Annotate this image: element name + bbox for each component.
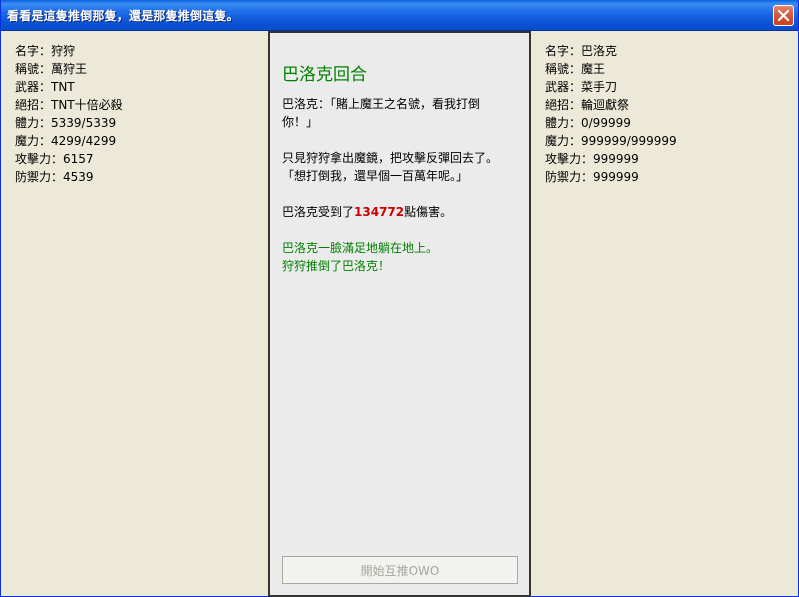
game-window: 看看是這隻推倒那隻，還是那隻推倒這隻。 名字：狩狩 稱號：萬狩王 武器：TNT …	[0, 0, 799, 597]
window-title: 看看是這隻推倒那隻，還是那隻推倒這隻。	[7, 9, 239, 23]
log-reflect-line-1: 只見狩狩拿出魔鏡，把攻擊反彈回去了。	[282, 151, 499, 165]
title-bar[interactable]: 看看是這隻推倒那隻，還是那隻推倒這隻。	[1, 0, 798, 31]
battle-log: 巴洛克：「賭上魔王之名號，看我打倒 你！」 只見狩狩拿出魔鏡，把攻擊反彈回去了。…	[282, 95, 522, 275]
enemy-stats-panel: 名字：巴洛克 稱號：魔王 武器：菜手刀 絕招：輪迴獻祭 體力：0/99999 魔…	[531, 31, 798, 596]
enemy-attack: 攻擊力：999999	[545, 152, 639, 166]
player-stats-list: 名字：狩狩 稱號：萬狩王 武器：TNT 絕招：TNT十倍必殺 體力：5339/5…	[15, 42, 123, 186]
enemy-defense: 防禦力：999999	[545, 170, 639, 184]
player-defense: 防禦力：4539	[15, 170, 94, 184]
damage-value: 134772	[354, 205, 405, 219]
player-title: 稱號：萬狩王	[15, 62, 88, 76]
log-reflect-line-2: 「想打倒我，還早個一百萬年呢。」	[282, 169, 469, 183]
enemy-weapon: 武器：菜手刀	[545, 80, 618, 94]
log-spacer	[282, 221, 522, 239]
player-hp: 體力：5339/5339	[15, 116, 117, 130]
log-damage-line: 巴洛克受到了134772點傷害。	[282, 203, 522, 221]
enemy-hp: 體力：0/99999	[545, 116, 631, 130]
enemy-stats-list: 名字：巴洛克 稱號：魔王 武器：菜手刀 絕招：輪迴獻祭 體力：0/99999 魔…	[545, 42, 677, 186]
close-icon	[777, 9, 790, 22]
player-skill: 絕招：TNT十倍必殺	[15, 98, 123, 112]
player-mp: 魔力：4299/4299	[15, 134, 117, 148]
damage-suffix: 點傷害。	[404, 205, 453, 219]
enemy-mp: 魔力：999999/999999	[545, 134, 677, 148]
log-quote-line-1: 巴洛克：「賭上魔王之名號，看我打倒	[282, 97, 481, 111]
start-battle-button[interactable]: 開始互推OWO	[282, 556, 518, 584]
log-quote-line-2: 你！」	[282, 115, 319, 129]
enemy-name: 名字：巴洛克	[545, 44, 618, 58]
close-button[interactable]	[773, 5, 794, 26]
player-name: 名字：狩狩	[15, 44, 76, 58]
log-spacer	[282, 185, 522, 203]
enemy-title: 稱號：魔王	[545, 62, 606, 76]
battle-log-panel: 巴洛克回合 巴洛克：「賭上魔王之名號，看我打倒 你！」 只見狩狩拿出魔鏡，把攻擊…	[268, 31, 531, 597]
player-stats-panel: 名字：狩狩 稱號：萬狩王 武器：TNT 絕招：TNT十倍必殺 體力：5339/5…	[1, 31, 267, 596]
log-spacer	[282, 131, 522, 149]
enemy-skill: 絕招：輪迴獻祭	[545, 98, 630, 112]
player-weapon: 武器：TNT	[15, 80, 75, 94]
damage-prefix: 巴洛克受到了	[282, 205, 355, 219]
round-title: 巴洛克回合	[282, 65, 367, 85]
player-attack: 攻擊力：6157	[15, 152, 94, 166]
log-result-line-2: 狩狩推倒了巴洛克！	[282, 259, 391, 273]
log-result-line-1: 巴洛克一臉滿足地躺在地上。	[282, 241, 439, 255]
